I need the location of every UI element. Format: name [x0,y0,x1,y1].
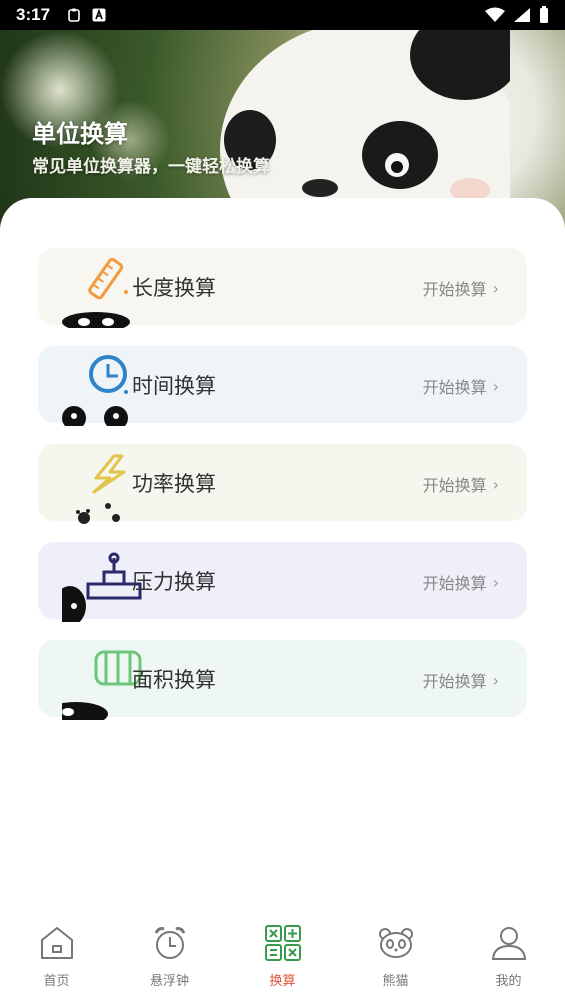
chevron-right-icon: › [492,278,499,298]
pressure-gauge-icon [62,552,142,622]
user-icon [491,927,526,960]
tab-home[interactable]: 首页 [0,918,113,1004]
tab-label: 熊猫 [382,974,409,989]
area-conversion-card[interactable]: 面积换算 开始换算 › [38,640,527,720]
lightning-icon [76,454,126,524]
alarm-clock-icon [154,927,185,959]
card-action-label: 开始换算 [422,378,487,397]
clipboard-icon [68,8,80,22]
clock-icon [62,355,128,426]
length-conversion-card[interactable]: 长度换算 开始换算 › [38,248,527,328]
battery-icon [540,6,548,23]
calculator-icon [264,925,301,961]
tab-floating-clock[interactable]: 悬浮钟 [113,918,226,1004]
card-action-label: 开始换算 [422,672,487,691]
pressure-conversion-card[interactable]: 压力换算 开始换算 › [38,542,527,622]
status-bar: 3:17 [0,0,565,30]
tab-label: 换算 [269,974,296,989]
chevron-right-icon: › [492,376,499,396]
time-conversion-card[interactable]: 时间换算 开始换算 › [38,346,527,426]
card-title: 功率换算 [132,472,216,496]
start-conversion-link[interactable]: 开始换算 › [423,472,499,496]
card-action-label: 开始换算 [422,280,487,299]
tab-profile[interactable]: 我的 [452,918,565,1004]
start-conversion-link[interactable]: 开始换算 › [423,668,499,692]
status-time: 3:17 [16,5,51,24]
card-title: 时间换算 [132,374,216,398]
page-title: 单位换算 [32,120,128,148]
start-conversion-link[interactable]: 开始换算 › [423,374,499,398]
power-conversion-card[interactable]: 功率换算 开始换算 › [38,444,527,524]
area-grid-icon [62,650,142,720]
tab-panda[interactable]: 熊猫 [339,918,452,1004]
tab-conversion[interactable]: 换算 [226,918,339,1004]
home-icon [40,927,73,959]
chevron-right-icon: › [492,572,499,592]
panda-illustration [220,30,510,220]
card-action-label: 开始换算 [422,574,487,593]
card-title: 压力换算 [132,570,216,594]
chevron-right-icon: › [492,670,499,690]
ruler-icon [62,257,130,328]
chevron-right-icon: › [492,474,499,494]
signal-icon [514,8,530,22]
start-conversion-link[interactable]: 开始换算 › [423,276,499,300]
panda-icon [378,928,413,958]
page-subtitle: 常见单位换算器，一键轻松换算 [32,157,270,177]
card-action-label: 开始换算 [422,476,487,495]
tab-label: 首页 [43,974,70,989]
content-sheet: 长度换算 开始换算 › 时间换算 开始换算 › 功率换算 开始换算 › 压力换算… [0,198,565,918]
bottom-tab-bar: 首页 悬浮钟 换算 熊猫 我的 [0,918,565,1004]
card-title: 面积换算 [132,668,216,692]
keyboard-a-icon [92,8,106,22]
tab-label: 我的 [495,974,522,989]
wifi-icon [485,7,505,22]
start-conversion-link[interactable]: 开始换算 › [423,570,499,594]
card-title: 长度换算 [132,276,216,300]
tab-label: 悬浮钟 [149,974,189,989]
